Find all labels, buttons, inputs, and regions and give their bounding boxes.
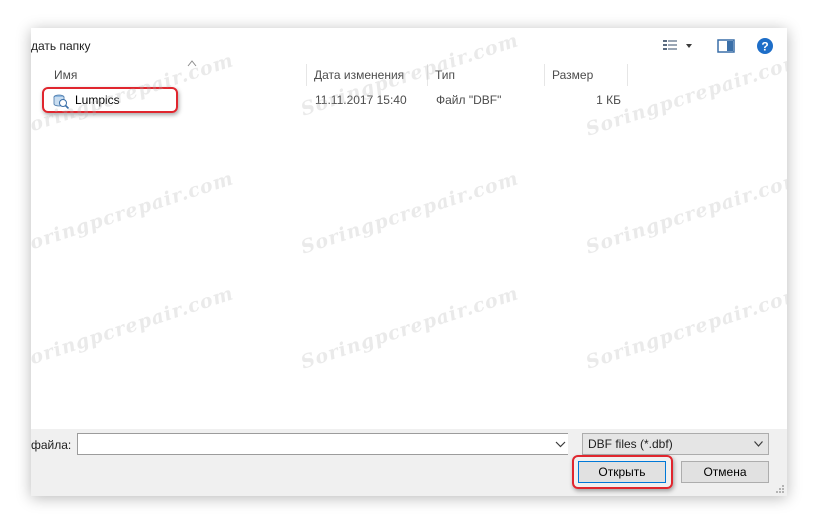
view-details-icon — [663, 40, 692, 50]
file-list[interactable]: Имя Дата изменения Тип Размер Lumpics 11… — [31, 29, 787, 429]
sort-ascending-icon — [187, 60, 197, 67]
toolbar: дать папку ? — [31, 28, 787, 64]
dbf-file-icon — [53, 94, 70, 109]
view-options-button[interactable] — [662, 38, 692, 54]
watermark-text: Soringpcrepair.com — [31, 167, 237, 259]
bottom-panel: файла: DBF files (*.dbf) Открыть Отмена — [31, 429, 787, 496]
file-name: Lumpics — [75, 93, 120, 107]
svg-text:?: ? — [761, 40, 768, 54]
new-folder-button[interactable]: дать папку — [31, 39, 91, 53]
watermark-text: Soringpcrepair.com — [583, 282, 787, 374]
filename-input[interactable] — [77, 433, 568, 455]
file-type: Файл "DBF" — [436, 93, 502, 107]
file-size: 1 КБ — [596, 93, 621, 107]
open-file-dialog: дать папку ? Имя Дата изменения Тип Разм… — [31, 28, 787, 496]
chevron-down-icon — [754, 441, 763, 447]
file-date: 11.11.2017 15:40 — [315, 93, 407, 107]
resize-grip-icon[interactable] — [775, 484, 785, 494]
filename-label: файла: — [31, 438, 72, 452]
table-row[interactable]: Lumpics 11.11.2017 15:40 Файл "DBF" 1 КБ — [31, 89, 651, 111]
column-header-date[interactable]: Дата изменения — [307, 64, 428, 86]
open-button[interactable]: Открыть — [578, 461, 666, 483]
filename-history-dropdown[interactable] — [552, 434, 568, 454]
column-header-size[interactable]: Размер — [545, 64, 628, 86]
cancel-button[interactable]: Отмена — [681, 461, 769, 483]
column-header-name[interactable]: Имя — [47, 60, 307, 86]
watermark-text: Soringpcrepair.com — [583, 167, 787, 259]
preview-pane-button[interactable] — [717, 38, 735, 54]
help-icon: ? — [757, 38, 773, 54]
chevron-down-icon — [686, 44, 692, 48]
help-button[interactable]: ? — [756, 37, 774, 55]
column-header-type[interactable]: Тип — [428, 64, 545, 86]
file-type-filter[interactable]: DBF files (*.dbf) — [582, 433, 769, 455]
list-header: Имя Дата изменения Тип Размер — [31, 60, 787, 86]
chevron-down-icon — [555, 441, 566, 448]
watermark-text: Soringpcrepair.com — [298, 167, 522, 259]
preview-pane-icon — [717, 39, 735, 53]
watermark-text: Soringpcrepair.com — [31, 282, 237, 374]
watermark-text: Soringpcrepair.com — [298, 282, 522, 374]
